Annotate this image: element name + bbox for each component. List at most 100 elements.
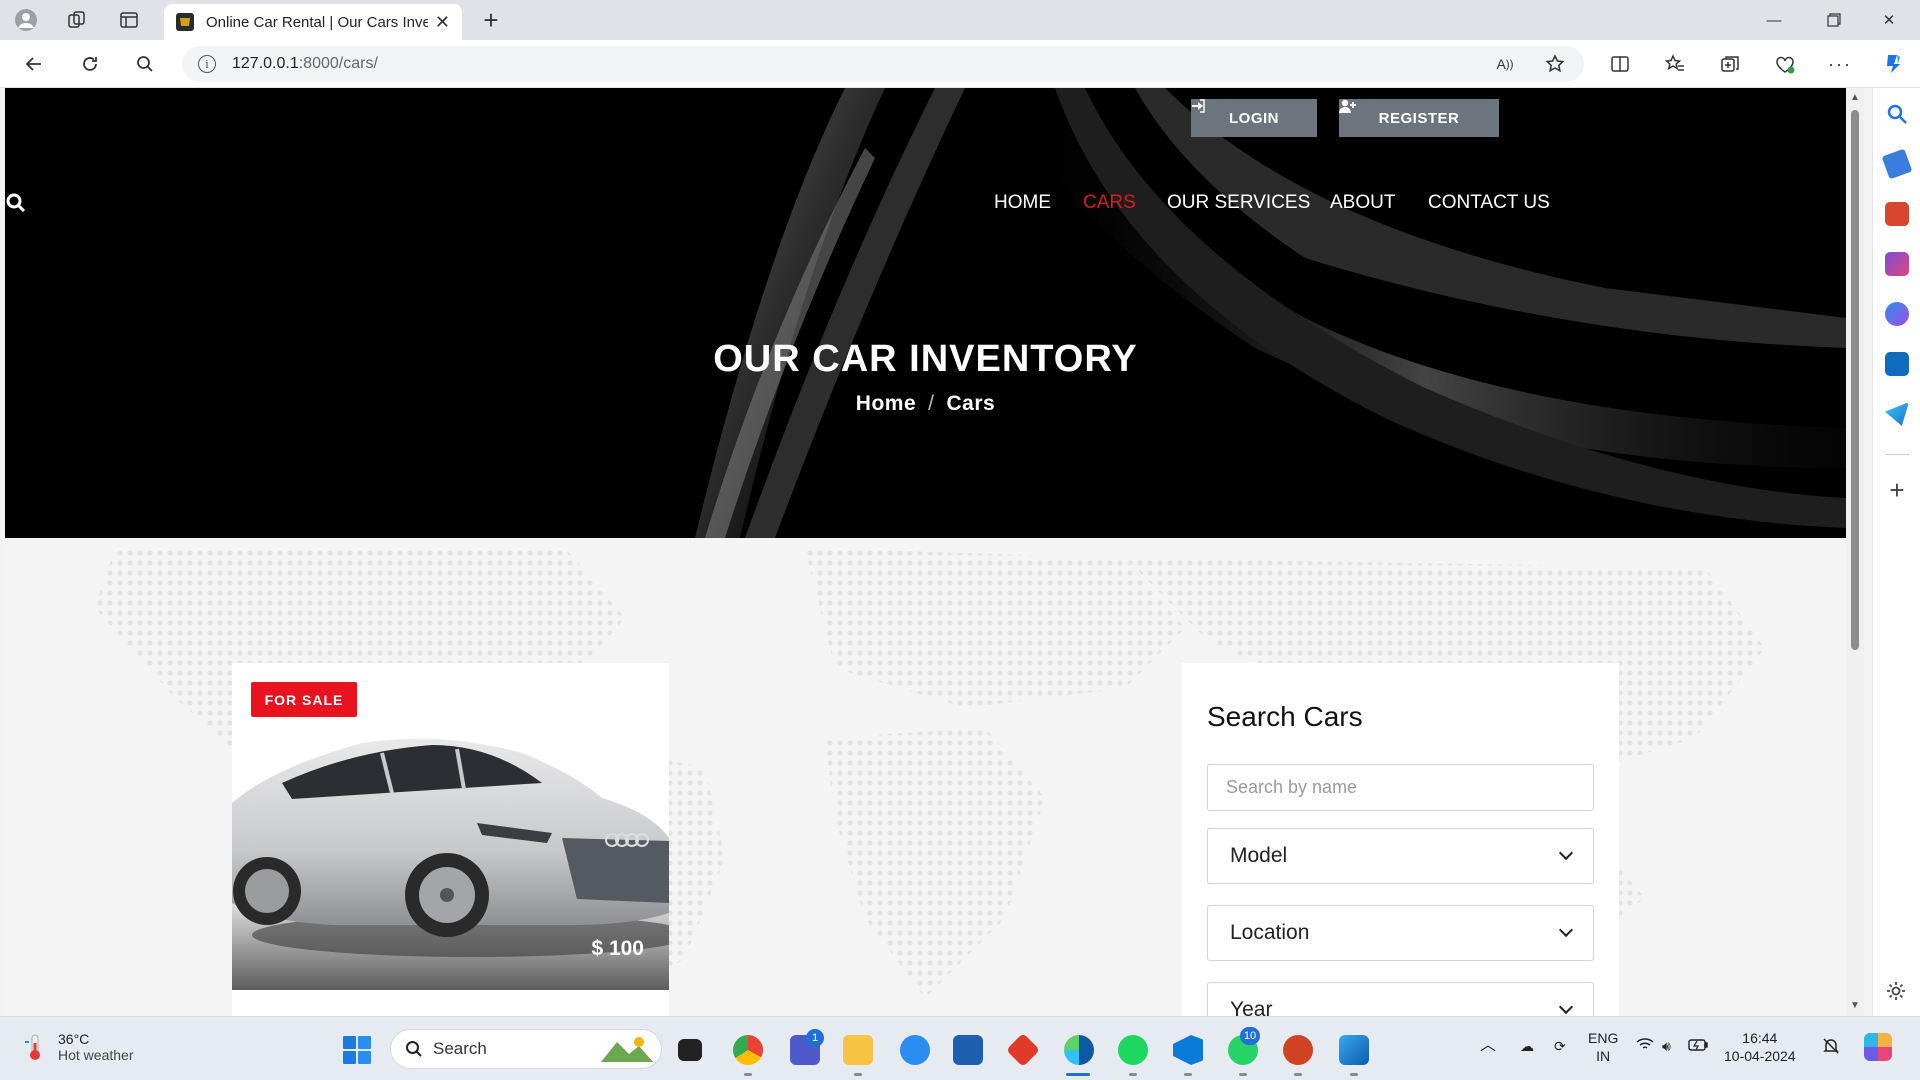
- for-sale-badge: FOR SALE: [251, 682, 357, 717]
- taskbar-search-box[interactable]: Search: [390, 1029, 662, 1069]
- windows-taskbar: 36°C Hot weather Search 1 10 ︿ ☁ ⟳ ENG I…: [0, 1016, 1920, 1080]
- copilot-icon[interactable]: [1880, 50, 1908, 78]
- battery-icon[interactable]: [1688, 1037, 1708, 1055]
- year-select-value: Year: [1230, 998, 1273, 1016]
- file-explorer-icon[interactable]: [843, 1035, 873, 1065]
- vscode-icon[interactable]: [1173, 1035, 1203, 1065]
- url-host: 127.0.0.1: [232, 55, 299, 72]
- nav-about[interactable]: ABOUT: [1330, 192, 1395, 214]
- nav-our-services[interactable]: OUR SERVICES: [1167, 192, 1310, 214]
- url-field[interactable]: i 127.0.0.1:8000/cars/: [182, 46, 1584, 82]
- edge-icon[interactable]: [1064, 1035, 1094, 1065]
- chevron-down-icon: [1558, 845, 1574, 861]
- snipping-tool-icon[interactable]: [1339, 1035, 1369, 1065]
- do-not-disturb-icon[interactable]: [1822, 1037, 1840, 1059]
- games-icon[interactable]: [1885, 252, 1909, 276]
- breadcrumb: Home / Cars: [5, 392, 1846, 416]
- scrollbar-thumb[interactable]: [1851, 110, 1859, 650]
- edge-dev-icon[interactable]: [900, 1035, 930, 1065]
- sidebar-search-icon[interactable]: [1885, 102, 1909, 126]
- clock[interactable]: 16:44 10-04-2024: [1724, 1029, 1796, 1065]
- powerpoint-icon[interactable]: [1283, 1035, 1313, 1065]
- close-window-icon[interactable]: ✕: [1866, 8, 1912, 32]
- login-label: LOGIN: [1229, 109, 1279, 127]
- workspaces-icon[interactable]: [63, 6, 91, 34]
- minimize-icon[interactable]: —: [1751, 8, 1797, 32]
- taskbar-search-label: Search: [433, 1039, 487, 1058]
- powerpoint-running-indicator: [1294, 1073, 1302, 1076]
- scroll-down-arrow-icon[interactable]: ▼: [1849, 1000, 1861, 1011]
- back-icon[interactable]: [20, 50, 48, 78]
- restore-icon[interactable]: [1811, 8, 1857, 32]
- thermometer-icon: [25, 1034, 40, 1060]
- drop-send-icon[interactable]: [1885, 402, 1909, 426]
- sign-in-icon: [1192, 99, 1205, 113]
- car-image[interactable]: FOR SALE $ 100: [232, 663, 669, 990]
- car-card[interactable]: FOR SALE $ 100: [232, 663, 669, 1016]
- spotify-icon[interactable]: [1118, 1035, 1148, 1065]
- model-select[interactable]: Model: [1207, 828, 1594, 884]
- breadcrumb-separator: /: [928, 392, 935, 415]
- outlook-icon[interactable]: [1885, 352, 1909, 376]
- profile-icon[interactable]: [12, 6, 40, 34]
- active-tab[interactable]: Online Car Rental | Our Cars Inve ✕: [164, 4, 462, 40]
- anydesk-icon[interactable]: [1006, 1033, 1040, 1067]
- microsoft-store-icon[interactable]: [953, 1035, 983, 1065]
- site-favicon: [176, 13, 194, 31]
- nav-cars[interactable]: CARS: [1083, 192, 1136, 214]
- chrome-icon[interactable]: [733, 1035, 763, 1065]
- page-scrollbar[interactable]: ▲ ▼: [1846, 88, 1864, 1016]
- nav-home[interactable]: HOME: [994, 192, 1051, 214]
- browser-essentials-icon[interactable]: [1771, 50, 1799, 78]
- search-icon[interactable]: [131, 50, 159, 78]
- breadcrumb-home[interactable]: Home: [856, 392, 916, 415]
- favorites-icon[interactable]: [1661, 50, 1689, 78]
- year-select[interactable]: Year: [1207, 982, 1594, 1016]
- volume-icon[interactable]: 🔊︎: [1662, 1037, 1671, 1055]
- onedrive-icon[interactable]: ☁: [1520, 1037, 1534, 1055]
- collections-icon[interactable]: [1716, 50, 1744, 78]
- windows-start-icon[interactable]: [342, 1035, 372, 1065]
- copilot-preview-icon[interactable]: [1864, 1033, 1892, 1061]
- task-view-icon[interactable]: [678, 1039, 702, 1061]
- tools-briefcase-icon[interactable]: [1885, 202, 1909, 226]
- search-by-name-input[interactable]: [1207, 764, 1594, 811]
- spotify-running-indicator: [1129, 1073, 1137, 1076]
- breadcrumb-current: Cars: [946, 392, 996, 415]
- language-indicator[interactable]: ENG IN: [1588, 1029, 1618, 1065]
- login-button[interactable]: LOGIN: [1191, 99, 1317, 137]
- search-icon[interactable]: [5, 192, 27, 214]
- location-select[interactable]: Location: [1207, 905, 1594, 961]
- user-plus-icon: [1339, 99, 1356, 113]
- search-cars-panel: Search Cars Model Location Year: [1182, 663, 1619, 1016]
- split-screen-icon[interactable]: [1606, 50, 1634, 78]
- sidebar-divider: [1885, 454, 1909, 455]
- new-tab-icon[interactable]: +: [477, 5, 505, 35]
- add-app-icon[interactable]: +: [1885, 477, 1909, 504]
- weather-temperature: 36°C: [58, 1031, 90, 1047]
- shopping-tag-icon[interactable]: [1881, 148, 1913, 180]
- sync-icon[interactable]: ⟳: [1554, 1037, 1566, 1055]
- browser-tab-bar: Online Car Rental | Our Cars Inve ✕ + — …: [0, 0, 1920, 40]
- weather-widget[interactable]: 36°C Hot weather: [24, 1031, 133, 1063]
- model-select-value: Model: [1230, 844, 1288, 867]
- reload-icon[interactable]: [76, 50, 104, 78]
- nav-contact-us[interactable]: CONTACT US: [1428, 192, 1550, 214]
- search-icon: [406, 1041, 422, 1057]
- wifi-icon[interactable]: [1636, 1037, 1654, 1055]
- tab-actions-icon[interactable]: [115, 6, 143, 34]
- vscode-running-indicator: [1184, 1073, 1192, 1076]
- favorite-star-icon[interactable]: [1541, 50, 1569, 78]
- microsoft-365-icon[interactable]: [1885, 302, 1909, 326]
- show-hidden-icons-chevron-icon[interactable]: ︿: [1480, 1037, 1496, 1055]
- close-tab-icon[interactable]: ✕: [435, 12, 450, 33]
- read-aloud-icon[interactable]: A)): [1491, 50, 1519, 78]
- region-code: IN: [1596, 1048, 1611, 1064]
- more-options-icon[interactable]: ···: [1826, 50, 1854, 78]
- scroll-up-arrow-icon[interactable]: ▲: [1849, 92, 1861, 103]
- sidebar-settings-icon[interactable]: [1885, 980, 1909, 1004]
- register-button[interactable]: REGISTER: [1339, 99, 1499, 137]
- site-info-icon[interactable]: i: [198, 55, 216, 73]
- chevron-down-icon: [1558, 922, 1574, 938]
- register-label: REGISTER: [1378, 109, 1460, 127]
